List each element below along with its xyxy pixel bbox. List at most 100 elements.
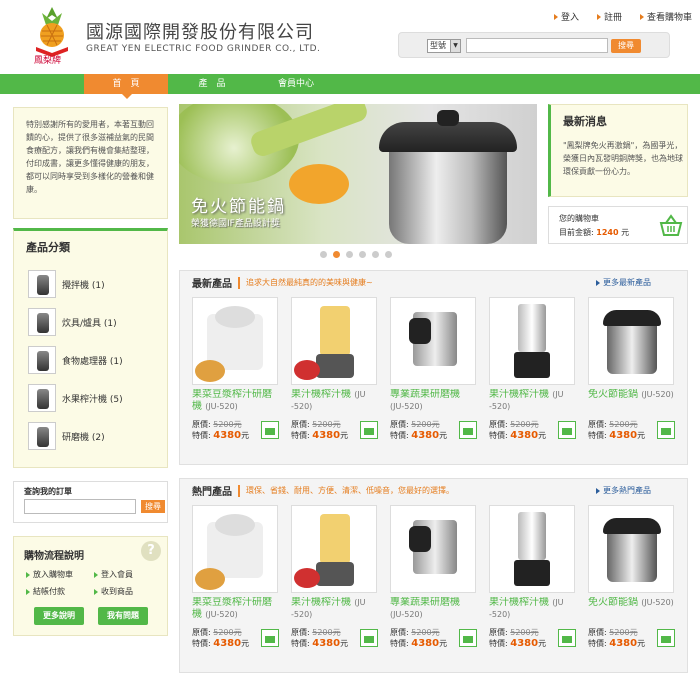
order-input[interactable]	[24, 499, 136, 514]
search-button[interactable]: 搜尋	[611, 39, 641, 53]
product-image[interactable]	[291, 505, 377, 593]
product-image[interactable]	[489, 505, 575, 593]
product-grid: 果菜豆漿榨汁研磨機 (JU-520) 原價: 5200元 特價: 4380元 果汁機榨…	[192, 297, 675, 441]
login-link[interactable]: 登入	[553, 10, 579, 23]
product-card[interactable]: 專業蔬果研磨機 (JU-520) 原價: 5200元 特價: 4380元	[390, 505, 477, 649]
main-nav: 首 頁 產 品 會員中心	[0, 74, 700, 99]
flow-link[interactable]: 登入會員	[94, 569, 154, 580]
product-name[interactable]: 果汁機榨汁機 (JU -520)	[489, 389, 576, 415]
flow-link[interactable]: 收到商品	[94, 586, 154, 597]
search-type-select[interactable]: 型號 ▼	[427, 39, 461, 53]
product-grid: 果菜豆漿榨汁研磨機 (JU-520) 原價: 5200元 特價: 4380元 果汁機榨…	[192, 505, 675, 649]
flow-link[interactable]: 結帳付款	[26, 586, 94, 597]
product-name[interactable]: 免火節能鍋 (JU-520)	[588, 597, 675, 623]
more-info-button[interactable]: 更多說明	[34, 607, 84, 625]
search-input[interactable]	[466, 38, 608, 53]
panel-slogan: 追求大自然最純真的的美味與健康~	[246, 278, 373, 287]
product-name[interactable]: 果菜豆漿榨汁研磨機 (JU-520)	[192, 597, 279, 623]
carousel-dots	[320, 251, 392, 258]
flow-link[interactable]: 放入購物車	[26, 569, 94, 580]
product-image[interactable]	[390, 505, 476, 593]
category-thumb	[28, 346, 56, 374]
ask-question-button[interactable]: 我有問題	[98, 607, 148, 625]
nav-member[interactable]: 會員中心	[254, 74, 338, 94]
pepper-image	[289, 164, 349, 204]
product-card[interactable]: 專業蔬果研磨機 (JU-520) 原價: 5200元 特價: 4380元	[390, 297, 477, 441]
news-box: 最新消息 "鳳梨牌免火再激鍋"，為國爭光，榮獲日內瓦發明銅牌獎，也為地球環保貢獻…	[548, 104, 688, 197]
order-title: 查詢我的訂單	[24, 487, 72, 496]
divider	[238, 276, 240, 289]
carousel-dot[interactable]	[320, 251, 327, 258]
product-name[interactable]: 果汁機榨汁機 (JU -520)	[291, 597, 378, 623]
product-image[interactable]	[588, 505, 674, 593]
product-image[interactable]	[390, 297, 476, 385]
product-card[interactable]: 果汁機榨汁機 (JU -520) 原價: 5200元 特價: 4380元	[291, 297, 378, 441]
category-item[interactable]: 攪拌機 (1)	[28, 265, 123, 303]
more-hot-link[interactable]: 更多熱門產品	[596, 485, 651, 496]
pot-knob-image	[437, 110, 459, 126]
arrow-icon	[26, 571, 30, 578]
carousel-dot-active[interactable]	[333, 251, 340, 258]
panel-header: 最新產品 追求大自然最純真的的美味與健康~	[192, 275, 373, 290]
nav-products[interactable]: 產 品	[170, 74, 254, 94]
carousel-dot[interactable]	[359, 251, 366, 258]
category-item[interactable]: 食物處理器 (1)	[28, 341, 123, 379]
product-image[interactable]	[192, 297, 278, 385]
carousel-dot[interactable]	[346, 251, 353, 258]
top-links: 登入 註冊 查看購物車	[553, 10, 692, 23]
company-name: 國源國際開發股份有限公司	[86, 22, 314, 43]
product-card[interactable]: 果汁機榨汁機 (JU -520) 原價: 5200元 特價: 4380元	[489, 505, 576, 649]
add-to-cart-icon[interactable]	[360, 421, 378, 439]
product-image[interactable]	[192, 505, 278, 593]
add-to-cart-icon[interactable]	[657, 629, 675, 647]
product-card[interactable]: 果汁機榨汁機 (JU -520) 原價: 5200元 特價: 4380元	[291, 505, 378, 649]
nav-home[interactable]: 首 頁	[84, 74, 168, 99]
add-to-cart-icon[interactable]	[459, 421, 477, 439]
product-card[interactable]: 果菜豆漿榨汁研磨機 (JU-520) 原價: 5200元 特價: 4380元	[192, 297, 279, 441]
cart-summary[interactable]: 您的購物車 目前金額: 1240 元	[548, 206, 688, 244]
product-name[interactable]: 專業蔬果研磨機 (JU-520)	[390, 389, 477, 415]
add-to-cart-icon[interactable]	[261, 421, 279, 439]
carousel-dot[interactable]	[372, 251, 379, 258]
product-name[interactable]: 專業蔬果研磨機 (JU-520)	[390, 597, 477, 623]
order-search-button[interactable]: 搜尋	[141, 500, 165, 513]
product-image[interactable]	[489, 297, 575, 385]
arrow-icon	[94, 588, 98, 595]
register-link[interactable]: 註冊	[596, 10, 622, 23]
more-new-link[interactable]: 更多最新產品	[596, 277, 651, 288]
arrow-icon	[26, 588, 30, 595]
panel-header: 熱門產品 環保、省錢、耐用、方便、清潔、低噪音，您最好的選擇。	[192, 483, 454, 498]
add-to-cart-icon[interactable]	[558, 421, 576, 439]
product-name[interactable]: 免火節能鍋 (JU-520)	[588, 389, 675, 415]
category-title: 產品分類	[26, 241, 70, 254]
banner-title: 免火節能鍋	[191, 197, 286, 217]
product-name[interactable]: 果菜豆漿榨汁研磨機 (JU-520)	[192, 389, 279, 415]
product-name[interactable]: 果汁機榨汁機 (JU -520)	[291, 389, 378, 415]
product-image[interactable]	[291, 297, 377, 385]
product-card[interactable]: 免火節能鍋 (JU-520) 原價: 5200元 特價: 4380元	[588, 505, 675, 649]
panel-title: 最新產品	[192, 279, 232, 290]
pot-lid-image	[379, 122, 517, 152]
view-cart-link[interactable]: 查看購物車	[639, 10, 692, 23]
cart-label: 您的購物車	[559, 214, 599, 223]
product-card[interactable]: 果汁機榨汁機 (JU -520) 原價: 5200元 特價: 4380元	[489, 297, 576, 441]
add-to-cart-icon[interactable]	[261, 629, 279, 647]
add-to-cart-icon[interactable]	[657, 421, 675, 439]
hero-banner[interactable]: 免火節能鍋 榮獲德國IF產品設計獎	[179, 104, 537, 244]
chevron-down-icon: ▼	[450, 40, 460, 52]
product-card[interactable]: 免火節能鍋 (JU-520) 原價: 5200元 特價: 4380元	[588, 297, 675, 441]
add-to-cart-icon[interactable]	[558, 629, 576, 647]
add-to-cart-icon[interactable]	[360, 629, 378, 647]
category-item[interactable]: 炊具/爐具 (1)	[28, 303, 123, 341]
category-item[interactable]: 研磨機 (2)	[28, 417, 123, 455]
news-text[interactable]: "鳳梨牌免火再激鍋"，為國爭光，榮獲日內瓦發明銅牌獎，也為地球環保貢獻一份心力。	[563, 139, 683, 178]
product-name[interactable]: 果汁機榨汁機 (JU -520)	[489, 597, 576, 623]
flow-title: 購物流程說明	[24, 551, 84, 562]
arrow-icon	[596, 487, 600, 494]
product-image[interactable]	[588, 297, 674, 385]
carousel-dot[interactable]	[385, 251, 392, 258]
product-card[interactable]: 果菜豆漿榨汁研磨機 (JU-520) 原價: 5200元 特價: 4380元	[192, 505, 279, 649]
add-to-cart-icon[interactable]	[459, 629, 477, 647]
new-products-panel: 最新產品 追求大自然最純真的的美味與健康~ 更多最新產品 果菜豆漿榨汁研磨機 (…	[179, 270, 688, 465]
category-item[interactable]: 水果榨汁機 (5)	[28, 379, 123, 417]
